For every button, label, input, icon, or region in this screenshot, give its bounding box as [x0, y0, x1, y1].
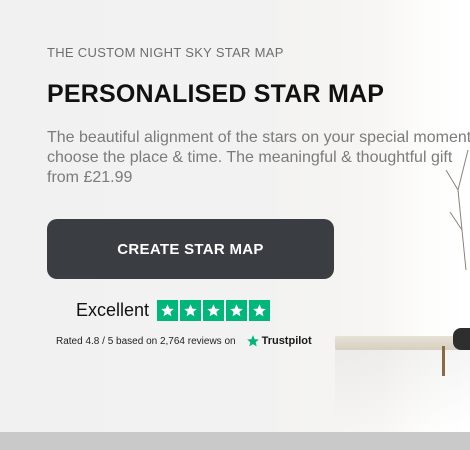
- rating-word: Excellent: [76, 300, 150, 320]
- background-vase: [453, 328, 470, 350]
- star-icon: [249, 300, 271, 321]
- background-table-leg: [442, 346, 445, 376]
- star-icon: [226, 300, 248, 321]
- star-icon: [203, 300, 225, 321]
- trustpilot-brand: Trustpilot: [261, 335, 312, 347]
- background-table-shadow: [335, 350, 470, 430]
- trustpilot-rating[interactable]: Excellent: [76, 300, 271, 321]
- rated-text: Rated 4.8 / 5 based on 2,764 reviews on: [56, 335, 236, 347]
- star-icon: [180, 300, 202, 321]
- hero-section: THE CUSTOM NIGHT SKY STAR MAP PERSONALIS…: [0, 0, 470, 432]
- trustpilot-logo[interactable]: Trustpilot: [246, 334, 312, 348]
- background-table: [335, 336, 470, 350]
- star-icon: [157, 300, 179, 321]
- create-star-map-button[interactable]: CREATE STAR MAP: [47, 219, 334, 279]
- hero-title: PERSONALISED STAR MAP: [47, 80, 385, 108]
- bottom-bar: [0, 432, 470, 450]
- hero-description: The beautiful alignment of the stars on …: [47, 129, 470, 186]
- hero-subtitle: THE CUSTOM NIGHT SKY STAR MAP: [47, 45, 284, 60]
- trustpilot-star-icon: [246, 335, 259, 347]
- rating-summary: Rated 4.8 / 5 based on 2,764 reviews on …: [56, 334, 312, 348]
- rating-stars: [157, 300, 271, 321]
